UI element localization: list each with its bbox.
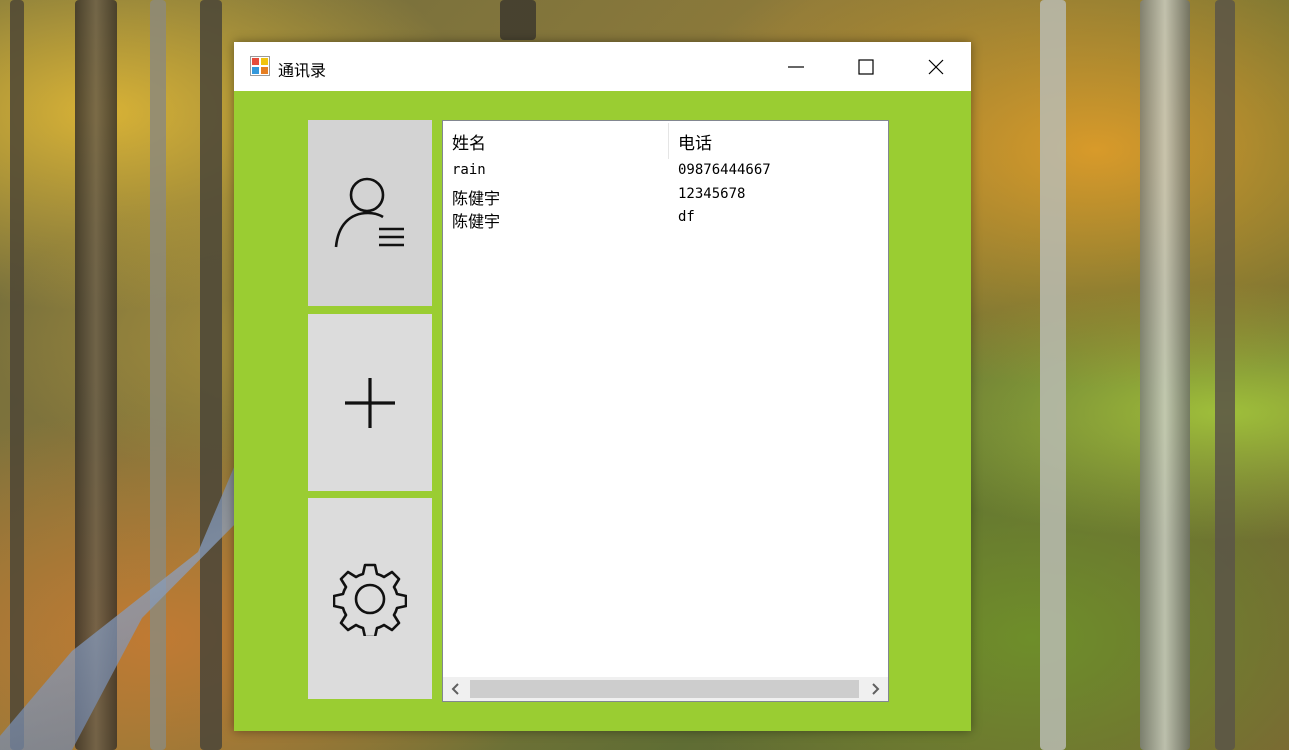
contact-name: rain — [452, 162, 486, 178]
scrollbar-thumb[interactable] — [470, 680, 859, 698]
close-button[interactable] — [901, 42, 971, 91]
app-window-icon — [250, 56, 270, 76]
column-header-name[interactable]: 姓名 — [452, 129, 486, 154]
column-divider[interactable] — [668, 123, 669, 159]
contacts-window: 通讯录 姓名 电话 rain 09876444667 陈健宇 12345678 … — [234, 42, 971, 731]
horizontal-scrollbar[interactable] — [443, 677, 888, 701]
list-header: 姓名 电话 — [443, 121, 888, 159]
contact-name: 陈健宇 — [452, 188, 501, 208]
contact-list-view[interactable]: 姓名 电话 rain 09876444667 陈健宇 12345678 陈健宇 … — [442, 120, 889, 702]
contact-phone: 09876444667 — [678, 162, 771, 178]
contact-phone: df — [678, 209, 695, 225]
list-rows: rain 09876444667 陈健宇 12345678 陈健宇 df — [443, 161, 888, 232]
plus-icon — [345, 377, 395, 428]
minimize-button[interactable] — [761, 42, 831, 91]
column-header-phone[interactable]: 电话 — [678, 129, 712, 154]
title-bar[interactable]: 通讯录 — [234, 42, 971, 91]
contact-phone: 12345678 — [678, 185, 746, 202]
add-contact-button[interactable] — [308, 314, 432, 491]
close-icon — [928, 59, 944, 74]
list-item[interactable]: 陈健宇 df — [443, 208, 888, 232]
minimize-icon — [788, 65, 804, 68]
settings-button[interactable] — [308, 498, 432, 699]
window-title: 通讯录 — [278, 61, 327, 80]
maximize-icon — [858, 58, 874, 75]
list-item[interactable]: rain 09876444667 — [443, 161, 888, 185]
scroll-right-button[interactable] — [862, 677, 888, 701]
gear-icon — [333, 563, 407, 636]
contact-list-icon — [334, 177, 404, 248]
chevron-right-icon — [872, 683, 880, 695]
contact-name: 陈健宇 — [452, 212, 501, 231]
maximize-button[interactable] — [831, 42, 901, 91]
chevron-left-icon — [451, 683, 459, 695]
contacts-button[interactable] — [308, 120, 432, 306]
list-item[interactable]: 陈健宇 12345678 — [443, 185, 888, 209]
scroll-left-button[interactable] — [443, 677, 469, 701]
